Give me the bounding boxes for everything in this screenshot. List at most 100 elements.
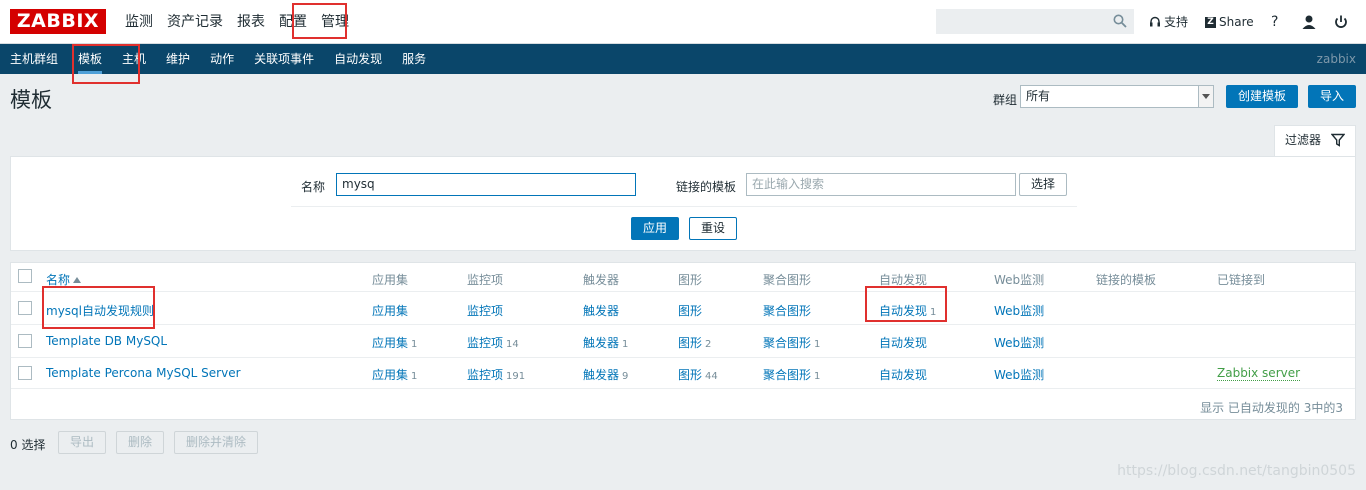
group-label: 群组 xyxy=(993,93,1018,107)
apps-count: 1 xyxy=(411,339,418,350)
filter-panel: 名称 mysq 链接的模板 在此输入搜索 选择 应用 重设 xyxy=(10,156,1356,251)
filter-linked-label: 链接的模板 xyxy=(676,180,737,194)
menu-reports[interactable]: 报表 xyxy=(230,0,272,44)
submenu-actions[interactable]: 动作 xyxy=(200,44,244,74)
linked-template-input[interactable]: 在此输入搜索 xyxy=(746,173,1016,196)
import-button[interactable]: 导入 xyxy=(1308,85,1356,108)
header-items: 监控项 xyxy=(467,273,504,287)
items-count: 14 xyxy=(506,339,519,350)
items-count: 191 xyxy=(506,371,526,382)
submenu-discovery[interactable]: 自动发现 xyxy=(324,44,392,74)
share-label: Share xyxy=(1219,15,1254,29)
screens-link[interactable]: 聚合图形 xyxy=(763,368,811,382)
template-name-link[interactable]: Template DB MySQL xyxy=(46,334,167,348)
search-icon[interactable] xyxy=(1113,14,1127,28)
header-discovery: 自动发现 xyxy=(879,273,928,287)
linked-template-placeholder: 在此输入搜索 xyxy=(752,177,825,191)
triggers-count: 1 xyxy=(622,339,629,350)
graphs-link[interactable]: 图形 xyxy=(678,336,702,350)
apps-link[interactable]: 应用集 xyxy=(372,336,408,350)
filter-divider xyxy=(291,206,1077,207)
web-link[interactable]: Web监测 xyxy=(994,334,1044,351)
sub-menu: 主机群组 模板 主机 维护 动作 关联项事件 自动发现 服务 zabbix xyxy=(0,44,1366,74)
global-search xyxy=(936,9,1134,34)
table-header-row: 名称 应用集 监控项 触发器 图形 聚合图形 自动发现 Web监测 链接的模板 … xyxy=(11,263,1355,292)
header-graphs: 图形 xyxy=(678,273,703,287)
row-checkbox[interactable] xyxy=(18,334,32,348)
selected-count: 0 选择 xyxy=(10,438,46,452)
web-link[interactable]: Web监测 xyxy=(994,302,1044,319)
discovery-link[interactable]: 自动发现 xyxy=(879,368,927,382)
apply-button[interactable]: 应用 xyxy=(631,217,679,240)
delete-and-clear-button[interactable]: 删除并清除 xyxy=(174,431,258,454)
header-linked-to: 已链接到 xyxy=(1217,273,1266,287)
apps-link[interactable]: 应用集 xyxy=(372,368,408,382)
row-checkbox[interactable] xyxy=(18,301,32,315)
submenu-host-groups[interactable]: 主机群组 xyxy=(0,44,68,74)
filter-name-input[interactable]: mysq xyxy=(336,173,636,196)
group-select-value: 所有 xyxy=(1026,89,1051,103)
screens-count: 1 xyxy=(814,371,821,382)
zabbix-logo[interactable]: ZABBIX xyxy=(10,9,106,34)
share-link[interactable]: Z Share xyxy=(1205,0,1254,44)
menu-configuration[interactable]: 配置 xyxy=(272,0,314,44)
help-icon[interactable]: ? xyxy=(1271,0,1278,44)
web-link[interactable]: Web监测 xyxy=(994,366,1044,383)
table-row: Template Percona MySQL Server 应用集 1 监控项 19… xyxy=(11,359,1355,389)
triggers-link[interactable]: 触发器 xyxy=(583,368,619,382)
submenu-maintenance[interactable]: 维护 xyxy=(156,44,200,74)
reset-button[interactable]: 重设 xyxy=(689,217,737,240)
export-button[interactable]: 导出 xyxy=(58,431,106,454)
submenu-correlation[interactable]: 关联项事件 xyxy=(244,44,324,74)
items-link[interactable]: 监控项 xyxy=(467,336,503,350)
support-link[interactable]: 支持 xyxy=(1149,0,1188,44)
support-label: 支持 xyxy=(1164,15,1189,29)
create-template-button[interactable]: 创建模板 xyxy=(1226,85,1298,108)
menu-monitoring[interactable]: 监测 xyxy=(118,0,160,44)
watermark: https://blog.csdn.net/tangbin0505 xyxy=(1117,463,1356,479)
apps-link[interactable]: 应用集 xyxy=(372,304,408,318)
filter-tab-label: 过滤器 xyxy=(1285,133,1322,147)
template-name-link[interactable]: Template Percona MySQL Server xyxy=(46,366,241,380)
select-button[interactable]: 选择 xyxy=(1019,173,1067,196)
menu-inventory[interactable]: 资产记录 xyxy=(160,0,230,44)
user-profile-icon[interactable] xyxy=(1301,14,1317,30)
graphs-link[interactable]: 图形 xyxy=(678,304,702,318)
items-link[interactable]: 监控项 xyxy=(467,304,503,318)
triggers-link[interactable]: 触发器 xyxy=(583,304,619,318)
chevron-down-icon xyxy=(1198,86,1213,107)
header-web: Web监测 xyxy=(994,273,1045,287)
table-row: mysql自动发现规则 应用集 监控项 触发器 图形 聚合图形 自动发现 1 We… xyxy=(11,293,1355,325)
submenu-templates[interactable]: 模板 xyxy=(68,44,112,74)
screens-link[interactable]: 聚合图形 xyxy=(763,304,811,318)
row-checkbox[interactable] xyxy=(18,366,32,380)
header-screens: 聚合图形 xyxy=(763,273,812,287)
screens-count: 1 xyxy=(814,339,821,350)
filter-tab[interactable]: 过滤器 xyxy=(1274,125,1356,157)
triggers-link[interactable]: 触发器 xyxy=(583,336,619,350)
delete-button[interactable]: 删除 xyxy=(116,431,164,454)
discovery-link[interactable]: 自动发现 xyxy=(879,336,927,350)
templates-table: 名称 应用集 监控项 触发器 图形 聚合图形 自动发现 Web监测 链接的模板 … xyxy=(10,262,1356,420)
screens-link[interactable]: 聚合图形 xyxy=(763,336,811,350)
menu-administration[interactable]: 管理 xyxy=(314,0,356,44)
select-all-checkbox[interactable] xyxy=(18,269,32,283)
header-name[interactable]: 名称 xyxy=(46,271,82,288)
graphs-link[interactable]: 图形 xyxy=(678,368,702,382)
items-link[interactable]: 监控项 xyxy=(467,368,503,382)
submenu-hosts[interactable]: 主机 xyxy=(112,44,156,74)
graphs-count: 44 xyxy=(705,371,718,382)
table-footer-summary: 显示 已自动发现的 3中的3 xyxy=(1200,401,1343,415)
group-select[interactable]: 所有 xyxy=(1020,85,1214,108)
top-bar: ZABBIX 监测 资产记录 报表 配置 管理 支持 Z Share ? xyxy=(0,0,1366,44)
linked-to-link[interactable]: Zabbix server xyxy=(1217,366,1301,381)
search-input[interactable] xyxy=(937,10,1113,33)
power-icon[interactable] xyxy=(1333,14,1349,30)
template-name-link[interactable]: mysql自动发现规则 xyxy=(46,302,154,319)
submenu-services[interactable]: 服务 xyxy=(392,44,436,74)
sort-asc-icon xyxy=(73,277,82,283)
triggers-count: 9 xyxy=(622,371,629,382)
discovery-link[interactable]: 自动发现 xyxy=(879,304,927,318)
filter-icon xyxy=(1331,133,1345,147)
page-title: 模板 xyxy=(10,88,52,112)
